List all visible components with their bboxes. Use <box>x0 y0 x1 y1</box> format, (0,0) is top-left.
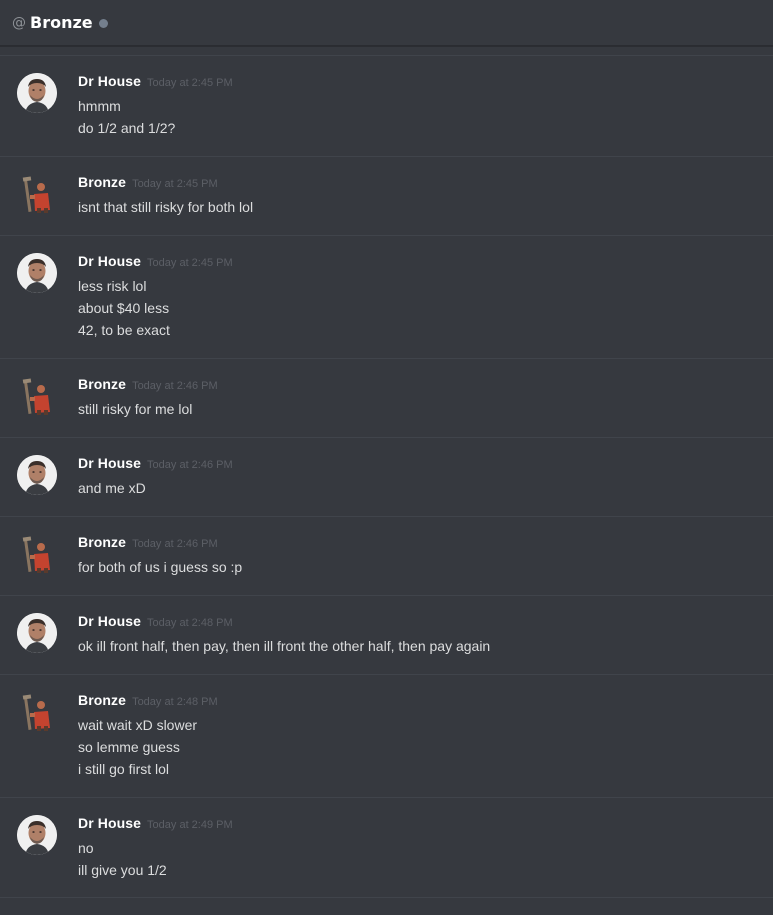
message-group: Dr House Today at 2:49 PM no ill give yo… <box>0 797 773 898</box>
dr-house-avatar-icon[interactable] <box>17 253 57 293</box>
message-timestamp: Today at 2:46 PM <box>132 538 218 550</box>
message-timestamp: Today at 2:48 PM <box>147 617 233 629</box>
message-text: and me xD <box>78 480 146 496</box>
message-author[interactable]: Dr House <box>78 455 141 471</box>
dr-house-avatar-icon[interactable] <box>17 455 57 495</box>
channel-title[interactable]: Bronze <box>30 13 93 32</box>
message-text: 42, to be exact <box>78 322 170 338</box>
message-group: Dr House Today at 2:45 PM hmmm do 1/2 an… <box>0 55 773 156</box>
message-author[interactable]: Dr House <box>78 73 141 89</box>
message-author[interactable]: Bronze <box>78 692 126 708</box>
message-group: Dr House Today at 2:46 PM and me xD <box>0 437 773 516</box>
dr-house-avatar-icon[interactable] <box>17 73 57 113</box>
bronze-avatar-icon[interactable] <box>17 534 57 574</box>
message-list: Dr House Today at 2:45 PM hmmm do 1/2 an… <box>0 55 773 898</box>
message-author[interactable]: Dr House <box>78 815 141 831</box>
dr-house-avatar-icon[interactable] <box>17 815 57 855</box>
channel-header: @ Bronze <box>0 0 773 46</box>
message-text: do 1/2 and 1/2? <box>78 120 176 136</box>
bronze-avatar-icon[interactable] <box>17 174 57 214</box>
message-timestamp: Today at 2:49 PM <box>147 819 233 831</box>
message-group: Bronze Today at 2:45 PM isnt that still … <box>0 156 773 235</box>
message-text: less risk lol <box>78 278 147 294</box>
message-group: Dr House Today at 2:48 PM ok ill front h… <box>0 595 773 674</box>
message-text: i still go first lol <box>78 761 170 777</box>
message-text: isnt that still risky for both lol <box>78 199 254 215</box>
message-group: Bronze Today at 2:46 PM for both of us i… <box>0 516 773 595</box>
bronze-avatar-icon[interactable] <box>17 376 57 416</box>
message-author[interactable]: Bronze <box>78 534 126 550</box>
message-author[interactable]: Dr House <box>78 613 141 629</box>
message-group: Bronze Today at 2:48 PM wait wait xD slo… <box>0 674 773 797</box>
message-group: Bronze Today at 2:46 PM still risky for … <box>0 358 773 437</box>
status-dot-icon <box>98 19 108 28</box>
message-author[interactable]: Bronze <box>78 376 126 392</box>
message-text: no <box>78 840 94 856</box>
message-text: ok ill front half, then pay, then ill fr… <box>78 638 491 654</box>
dr-house-avatar-icon[interactable] <box>17 613 57 653</box>
message-text: still risky for me lol <box>78 401 193 417</box>
at-icon: @ <box>12 14 26 31</box>
message-text: about $40 less <box>78 300 170 316</box>
message-text: wait wait xD slower <box>78 717 198 733</box>
message-timestamp: Today at 2:45 PM <box>147 77 233 89</box>
message-text: for both of us i guess so :p <box>78 559 243 575</box>
message-timestamp: Today at 2:48 PM <box>132 696 218 708</box>
message-author[interactable]: Bronze <box>78 174 126 190</box>
message-group: Dr House Today at 2:45 PM less risk lol … <box>0 235 773 358</box>
message-timestamp: Today at 2:45 PM <box>147 257 233 269</box>
message-timestamp: Today at 2:45 PM <box>132 178 218 190</box>
message-timestamp: Today at 2:46 PM <box>132 380 218 392</box>
bronze-avatar-icon[interactable] <box>17 692 57 732</box>
message-timestamp: Today at 2:46 PM <box>147 459 233 471</box>
message-text: so lemme guess <box>78 739 180 755</box>
message-text: hmmm <box>78 98 121 114</box>
message-author[interactable]: Dr House <box>78 253 141 269</box>
message-text: ill give you 1/2 <box>78 862 167 878</box>
